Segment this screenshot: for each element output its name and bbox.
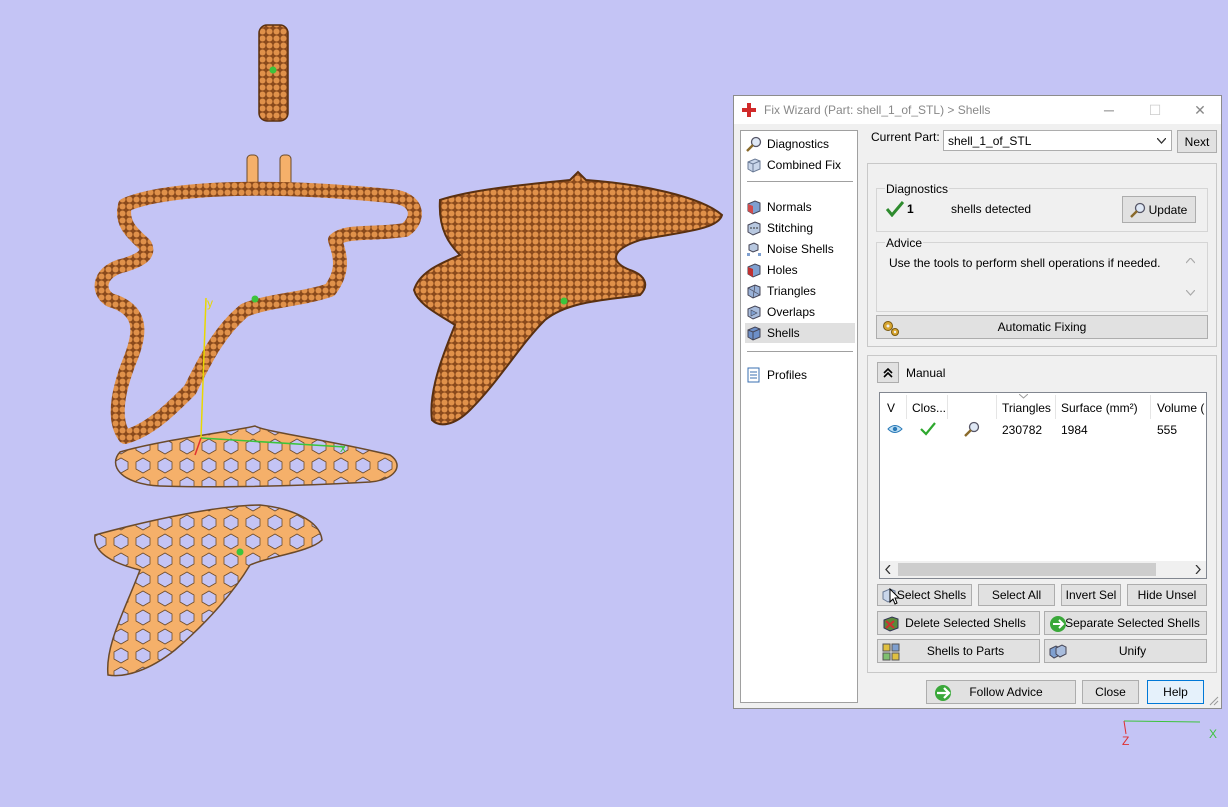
centroid-marker [560, 297, 568, 305]
nav-item-noise-shells[interactable]: Noise Shells [745, 239, 855, 259]
nav-item-diagnostics[interactable]: Diagnostics [745, 134, 855, 154]
select-all-button[interactable]: Select All [978, 584, 1055, 606]
current-part-label: Current Part: [871, 130, 940, 144]
nav-item-profiles[interactable]: Profiles [745, 365, 855, 385]
nav-item-stitching[interactable]: Stitching [745, 218, 855, 238]
advice-text: Use the tools to perform shell operation… [889, 256, 1161, 270]
centroid-marker [236, 548, 244, 556]
diagnostics-heading: Diagnostics [885, 182, 950, 196]
double-chevron-up-icon [883, 367, 893, 378]
magnifier-icon[interactable] [964, 421, 980, 437]
shells-table[interactable]: V Clos... Triangles Surface (mm²) Volume… [879, 392, 1207, 579]
separate-selected-shells-button[interactable]: Separate Selected Shells [1044, 611, 1207, 635]
gears-icon [883, 321, 899, 336]
fix-wizard-dialog: Fix Wizard (Part: shell_1_of_STL) > Shel… [733, 95, 1222, 709]
nav-item-combined-fix[interactable]: Combined Fix [745, 155, 855, 175]
honeycomb-part-top [114, 425, 398, 488]
cell-volume: 555 [1157, 423, 1178, 437]
cell-surface: 1984 [1061, 423, 1088, 437]
chevron-right-icon[interactable] [1195, 565, 1201, 574]
chevron-down-icon [1157, 138, 1166, 144]
arrow-right-icon [935, 685, 951, 701]
wizard-nav: Diagnostics Combined Fix Normals Stitchi… [740, 130, 858, 703]
outline-frame-part [94, 181, 422, 444]
nav-item-holes[interactable]: Holes [745, 260, 855, 280]
close-button[interactable]: Close [1082, 680, 1139, 704]
nav-divider [747, 351, 853, 352]
unify-button[interactable]: Unify [1044, 639, 1207, 663]
close-window-button[interactable]: ✕ [1177, 96, 1223, 124]
normals-cube-icon [745, 198, 763, 216]
checkmark-icon [920, 422, 936, 436]
centroid-marker [251, 295, 259, 303]
title-bar[interactable]: Fix Wizard (Part: shell_1_of_STL) > Shel… [734, 96, 1221, 124]
document-icon [745, 366, 763, 384]
cell-triangles: 230782 [1002, 423, 1043, 437]
chevron-up-icon[interactable] [1186, 258, 1195, 264]
current-part-select[interactable]: shell_1_of_STL [943, 130, 1172, 151]
mouse-cursor-icon [889, 588, 901, 605]
resize-grip-icon[interactable] [1209, 696, 1219, 706]
separate-arrow-icon [1050, 616, 1066, 632]
unify-cubes-icon [1049, 644, 1067, 659]
nav-item-triangles[interactable]: Triangles [745, 281, 855, 301]
window-title: Fix Wizard (Part: shell_1_of_STL) > Shel… [764, 103, 991, 117]
checkmark-icon [886, 201, 904, 217]
manual-label: Manual [906, 366, 946, 380]
next-button[interactable]: Next [1177, 130, 1217, 153]
delete-cube-icon [883, 616, 899, 632]
svg-text:x: x [340, 441, 346, 455]
nav-item-shells[interactable]: Shells [745, 323, 855, 343]
column-header-visible[interactable]: V [887, 401, 895, 415]
cube-icon [745, 156, 763, 174]
view-cube-axes: Z X [1122, 720, 1217, 748]
chevron-left-icon[interactable] [885, 565, 891, 574]
diagnostics-message: shells detected [951, 202, 1032, 216]
ring-part [258, 24, 289, 122]
help-button[interactable]: Help [1147, 680, 1204, 704]
column-header-triangles[interactable]: Triangles [1002, 401, 1051, 415]
scrollbar-thumb[interactable] [898, 563, 1156, 576]
invert-selection-button[interactable]: Invert Sel [1061, 584, 1121, 606]
minimize-button[interactable]: ─ [1086, 96, 1132, 124]
stitching-cube-icon [745, 219, 763, 237]
column-header-volume[interactable]: Volume ( [1157, 401, 1204, 415]
svg-text:X: X [1209, 727, 1217, 741]
noise-cube-icon [745, 240, 763, 258]
nav-divider [747, 181, 853, 182]
magnifier-icon [1130, 202, 1146, 218]
horizontal-scrollbar[interactable] [880, 561, 1206, 578]
magnifier-icon [745, 135, 763, 153]
shells-to-parts-icon [882, 643, 900, 661]
advice-heading: Advice [885, 236, 924, 250]
svg-text:Z: Z [1122, 734, 1129, 748]
automatic-fixing-button[interactable]: Automatic Fixing [876, 315, 1208, 339]
shell-count: 1 [907, 202, 914, 216]
delete-selected-shells-button[interactable]: Delete Selected Shells [877, 611, 1040, 635]
medical-cross-icon [742, 103, 756, 117]
svg-text:y: y [207, 296, 213, 310]
nav-item-normals[interactable]: Normals [745, 197, 855, 217]
filled-dotted-part [412, 170, 724, 426]
overlaps-cube-icon [745, 303, 763, 321]
triangles-cube-icon [745, 282, 763, 300]
nav-item-overlaps[interactable]: Overlaps [745, 302, 855, 322]
follow-advice-button[interactable]: Follow Advice [926, 680, 1076, 704]
honeycomb-part-bottom [94, 504, 323, 677]
shells-cube-icon [745, 324, 763, 342]
centroid-marker [269, 66, 277, 74]
sort-indicator-icon [1019, 394, 1028, 399]
column-header-surface[interactable]: Surface (mm²) [1061, 401, 1138, 415]
eye-icon[interactable] [887, 424, 903, 434]
shells-to-parts-button[interactable]: Shells to Parts [877, 639, 1040, 663]
manual-collapse-button[interactable] [877, 362, 899, 383]
hide-unselected-button[interactable]: Hide Unsel [1127, 584, 1207, 606]
chevron-down-icon[interactable] [1186, 290, 1195, 296]
holes-cube-icon [745, 261, 763, 279]
column-header-closed[interactable]: Clos... [912, 401, 946, 415]
advice-group [876, 242, 1208, 312]
maximize-button[interactable]: ☐ [1132, 96, 1178, 124]
advice-scrollbar[interactable] [1183, 254, 1197, 302]
update-button[interactable]: Update [1122, 196, 1196, 223]
